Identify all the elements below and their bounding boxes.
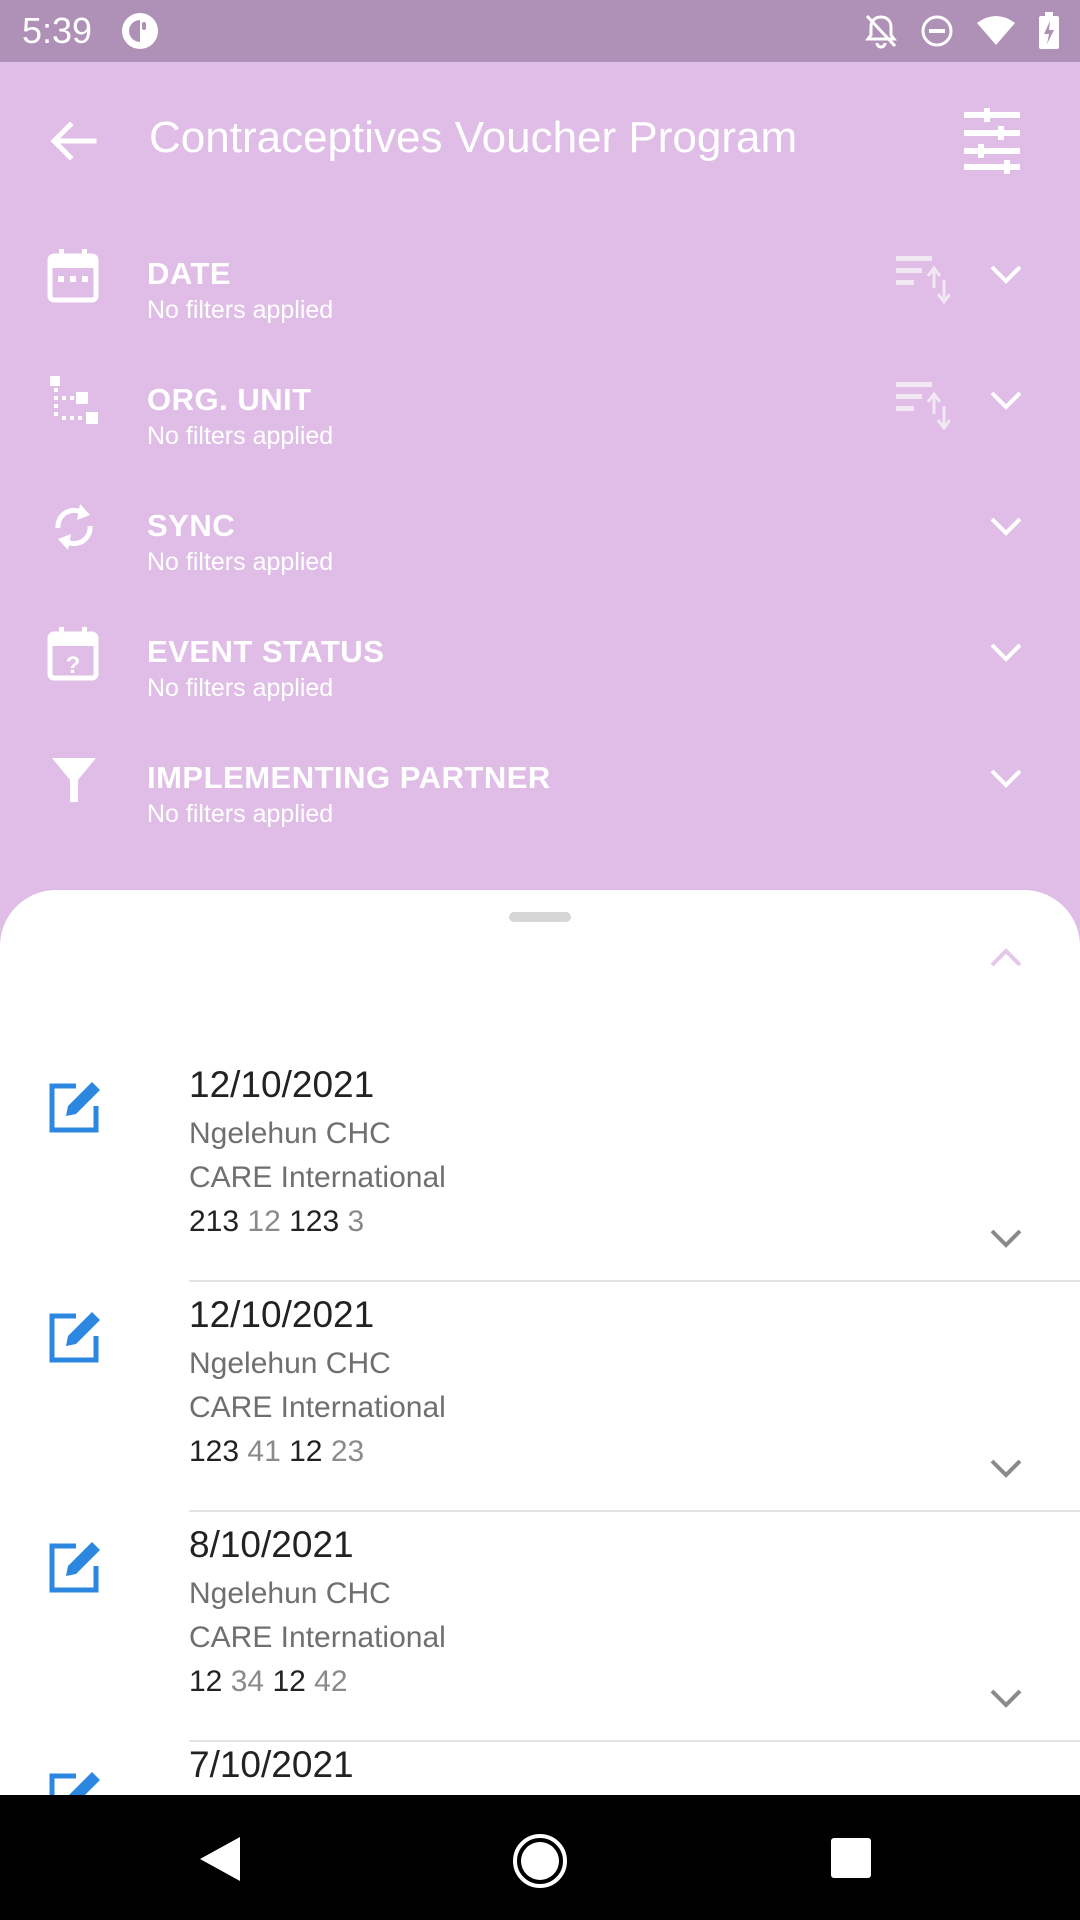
event-org-unit: Ngelehun CHC [189,1577,391,1610]
status-bar: 5:39 [0,0,1080,62]
event-values: 123 41 12 23 [189,1432,364,1472]
svg-text:?: ? [66,652,81,679]
page-title: Contraceptives Voucher Program [149,113,798,162]
event-value: 42 [314,1665,348,1698]
event-value: 12 [272,1665,306,1698]
toolbar: Contraceptives Voucher Program [0,62,1080,210]
filter-title: EVENT STATUS [147,634,385,669]
filter-sync[interactable]: SYNC No filters applied [0,484,1080,604]
system-nav-bar [0,1795,1080,1920]
filter-implementing-partner[interactable]: IMPLEMENTING PARTNER No filters applied [0,736,1080,856]
event-partner: CARE International [189,1391,446,1424]
chevron-down-icon[interactable] [986,632,1026,672]
back-arrow-icon[interactable] [44,112,102,170]
nav-back-icon[interactable] [198,1835,242,1883]
sort-icon[interactable] [894,376,950,432]
event-value: 34 [230,1665,265,1698]
edit-icon[interactable] [46,1540,102,1596]
event-card[interactable]: 12/10/2021 Ngelehun CHC CARE Internation… [0,1282,1080,1512]
filter-subtitle: No filters applied [147,674,334,702]
event-date: 7/10/2021 [189,1744,354,1785]
calendar-question-icon: ? [47,627,99,681]
filter-event-status[interactable]: ? EVENT STATUS No filters applied [0,610,1080,730]
edit-icon[interactable] [46,1770,102,1795]
nav-home-icon[interactable] [512,1833,568,1889]
event-org-unit: Ngelehun CHC [189,1117,391,1150]
filter-subtitle: No filters applied [147,548,334,576]
chevron-down-icon[interactable] [986,1218,1026,1258]
event-card[interactable]: 8/10/2021 Ngelehun CHC CARE Internationa… [0,1512,1080,1742]
event-value: 123 [189,1435,240,1468]
event-value: 3 [347,1205,365,1238]
event-org-unit: Ngelehun CHC [189,1347,391,1380]
chevron-down-icon[interactable] [986,1448,1026,1488]
event-date: 12/10/2021 [189,1294,375,1335]
nav-recents-icon[interactable] [830,1837,872,1879]
chevron-up-icon[interactable] [986,938,1026,978]
event-value: 12 [247,1205,281,1238]
chevron-down-icon[interactable] [986,1678,1026,1718]
event-partner: CARE International [189,1161,446,1194]
filter-subtitle: No filters applied [147,296,334,324]
event-values: 12 34 12 42 [189,1662,348,1702]
event-date: 12/10/2021 [189,1064,375,1105]
event-date: 8/10/2021 [189,1524,354,1565]
event-value: 23 [330,1435,365,1468]
do-not-disturb-icon [921,15,953,47]
events-sheet: 12/10/2021 Ngelehun CHC CARE Internation… [0,890,1080,1795]
chevron-down-icon[interactable] [986,506,1026,546]
event-card[interactable]: 12/10/2021 Ngelehun CHC CARE Internation… [0,1052,1080,1282]
event-value: 12 [189,1665,223,1698]
notifications-off-icon [865,14,897,49]
filter-subtitle: No filters applied [147,422,334,450]
edit-icon[interactable] [46,1080,102,1136]
sort-icon[interactable] [894,250,950,306]
event-partner: CARE International [189,1621,446,1654]
sheet-drag-handle[interactable] [509,912,571,922]
wifi-icon [977,16,1015,45]
event-values: 213 12 123 3 [189,1202,364,1242]
sync-icon [55,504,93,550]
calendar-icon [47,249,99,303]
filter-org-unit[interactable]: ORG. UNIT No filters applied [0,358,1080,478]
filter-title: DATE [147,256,232,291]
battery-charging-icon [1039,12,1059,49]
filter-title: IMPLEMENTING PARTNER [147,760,551,795]
event-value: 41 [247,1435,281,1468]
chevron-down-icon[interactable] [986,254,1026,294]
filter-title: SYNC [147,508,236,543]
funnel-icon [52,758,96,802]
filter-title: ORG. UNIT [147,382,312,417]
edit-icon[interactable] [46,1310,102,1366]
status-time: 5:39 [22,10,93,51]
event-value: 12 [289,1435,323,1468]
filter-sliders-icon[interactable] [956,104,1028,176]
org-unit-tree-icon [50,376,98,424]
event-card[interactable]: 7/10/2021 [0,1742,1080,1795]
app-notification-icon [122,13,158,49]
event-value: 123 [289,1205,340,1238]
chevron-down-icon[interactable] [986,758,1026,798]
event-value: 213 [189,1205,240,1238]
filter-subtitle: No filters applied [147,800,334,828]
chevron-down-icon[interactable] [986,380,1026,420]
filter-date[interactable]: DATE No filters applied [0,232,1080,352]
